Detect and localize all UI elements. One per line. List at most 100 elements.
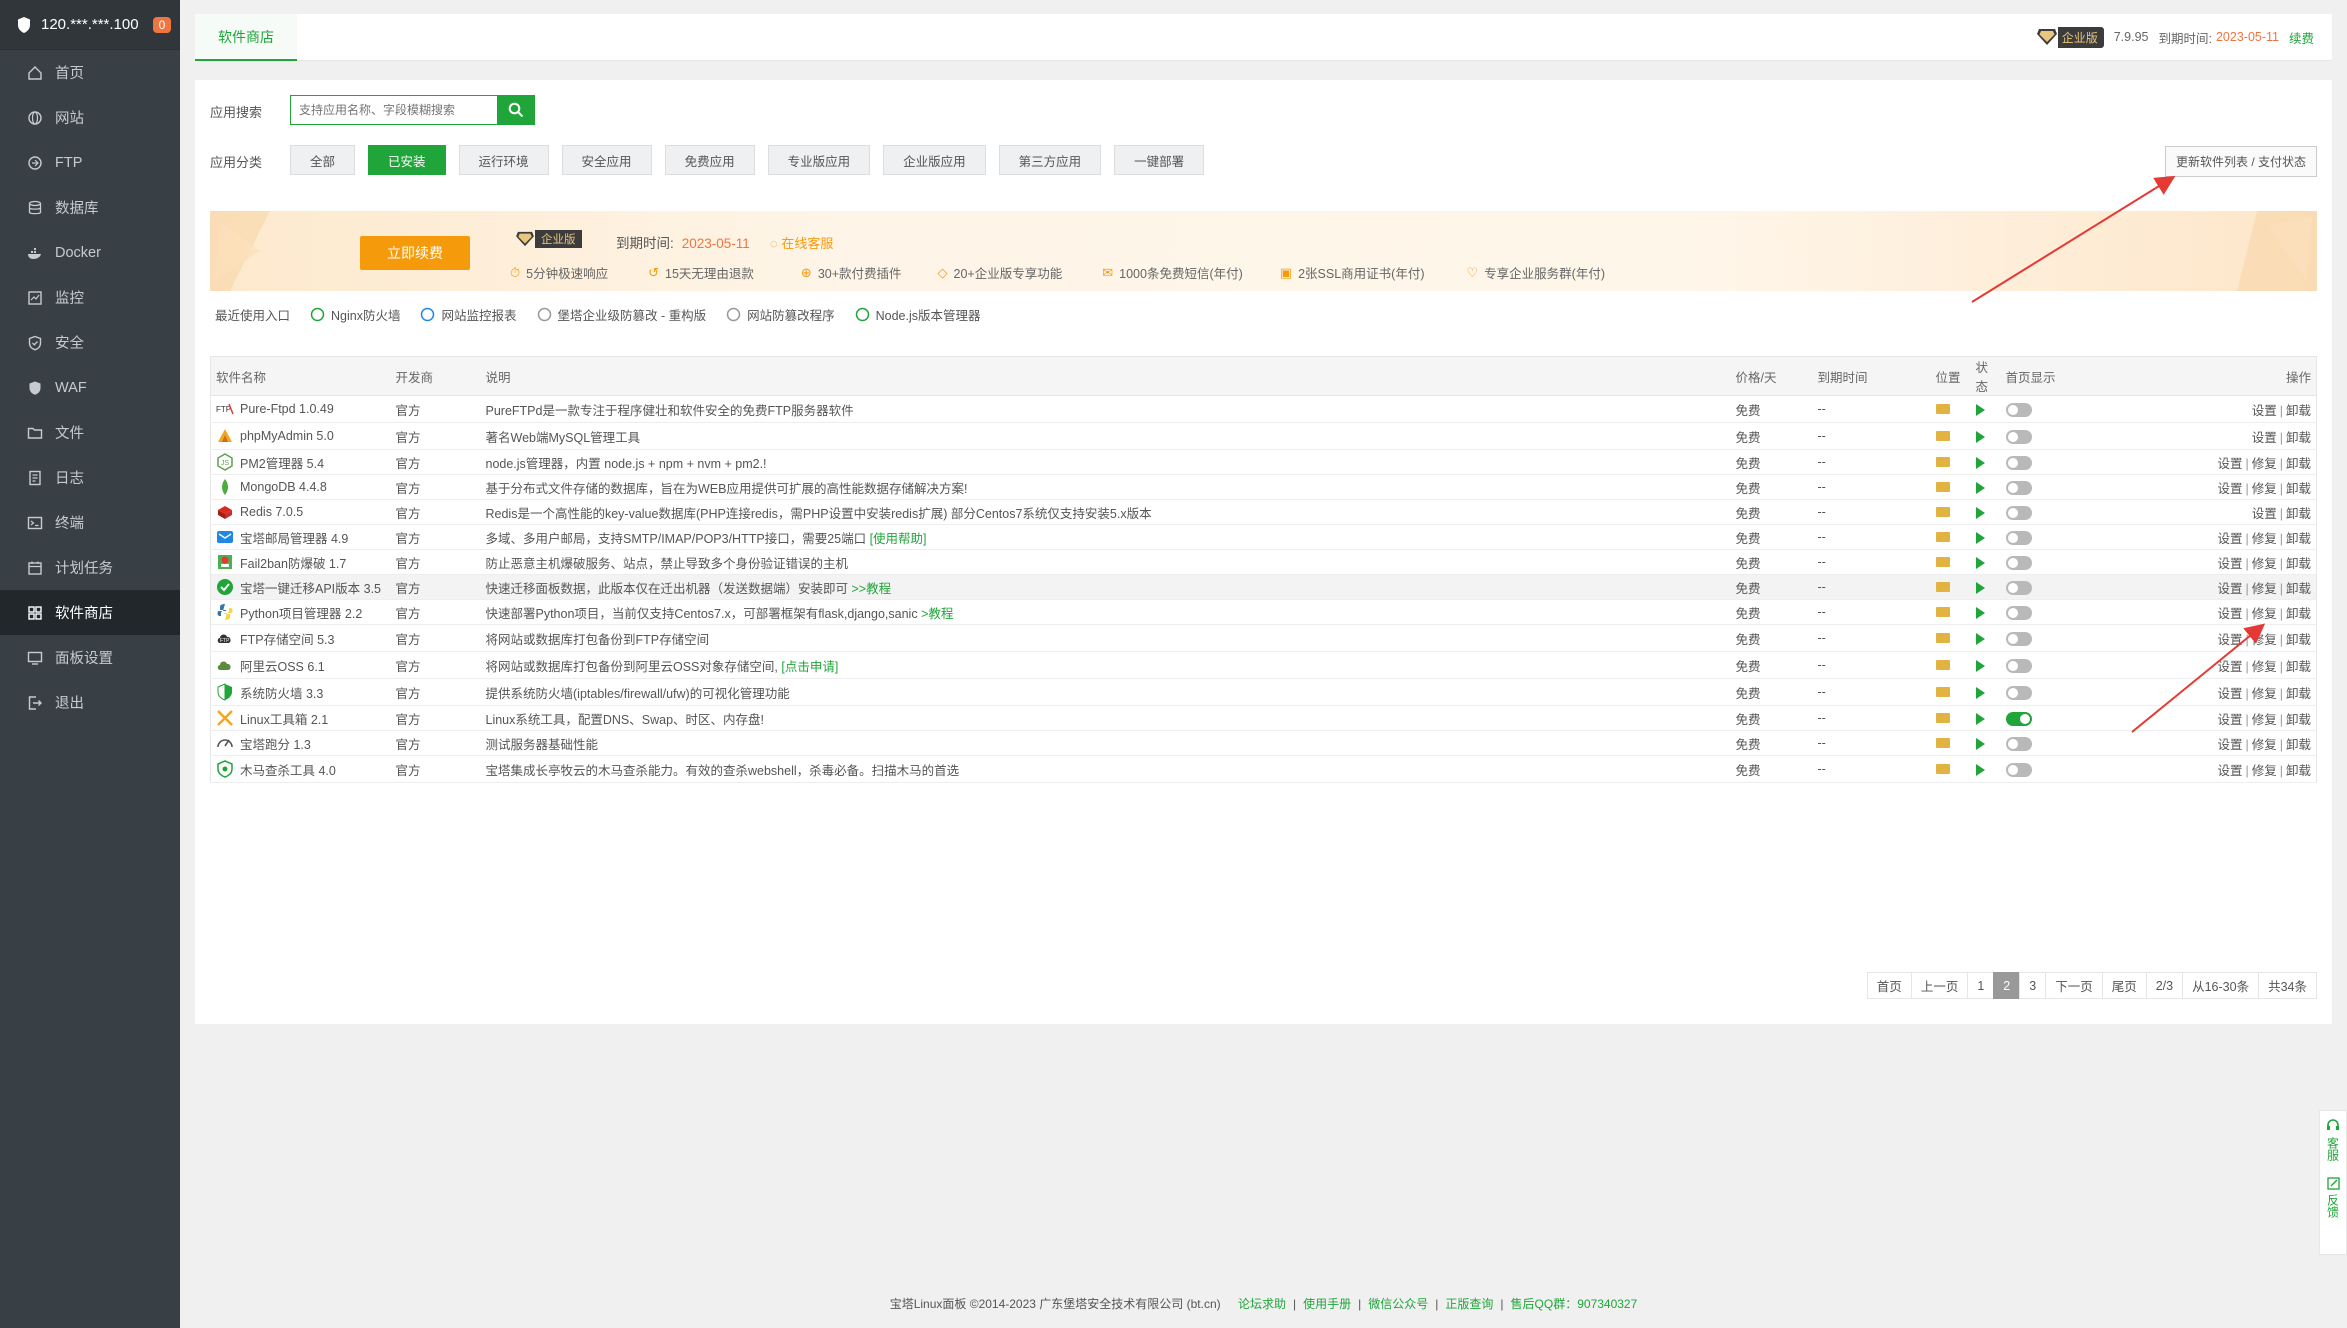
- row-op-button[interactable]: 设置: [2217, 482, 2242, 496]
- folder-icon[interactable]: [1935, 738, 1950, 748]
- home-display-toggle[interactable]: [2005, 530, 2032, 545]
- pager-item[interactable]: 尾页: [2101, 972, 2147, 999]
- folder-icon[interactable]: [1935, 557, 1950, 567]
- row-name[interactable]: 宝塔邮局管理器 4.9: [240, 528, 348, 547]
- home-display-toggle[interactable]: [2005, 429, 2032, 444]
- table-row[interactable]: phpMyAdmin 5.0 官方 著名Web端MySQL管理工具 免费 -- …: [210, 422, 2317, 450]
- row-op-button[interactable]: 设置: [2217, 557, 2242, 571]
- home-display-toggle[interactable]: [2005, 555, 2032, 570]
- row-op-button[interactable]: 卸载: [2286, 607, 2311, 621]
- row-op-button[interactable]: 设置: [2252, 507, 2277, 521]
- row-op-button[interactable]: 设置: [2217, 532, 2242, 546]
- row-description-link[interactable]: >>教程: [852, 582, 892, 596]
- row-name[interactable]: FTP存储空间 5.3: [240, 629, 334, 648]
- category-button-1[interactable]: 已安装: [368, 145, 446, 175]
- sidebar-item-14[interactable]: 退出: [0, 680, 180, 725]
- row-op-button[interactable]: 卸载: [2286, 764, 2311, 778]
- row-op-button[interactable]: 设置: [2217, 713, 2242, 727]
- row-name[interactable]: 木马查杀工具 4.0: [240, 760, 336, 779]
- row-op-button[interactable]: 修复: [2252, 660, 2277, 674]
- folder-icon[interactable]: [1935, 532, 1950, 542]
- sidebar-item-5[interactable]: 监控: [0, 275, 180, 320]
- sidebar-item-6[interactable]: 安全: [0, 320, 180, 365]
- row-name[interactable]: Linux工具箱 2.1: [240, 709, 328, 728]
- row-op-button[interactable]: 卸载: [2286, 582, 2311, 596]
- update-software-list-button[interactable]: 更新软件列表 / 支付状态: [2164, 146, 2317, 177]
- row-op-button[interactable]: 修复: [2252, 607, 2277, 621]
- sidebar-item-10[interactable]: 终端: [0, 500, 180, 545]
- row-name[interactable]: Redis 7.0.5: [240, 505, 303, 519]
- recent-entry[interactable]: 网站防篡改程序: [726, 305, 835, 324]
- table-row[interactable]: 宝塔一键迁移API版本 3.5 官方 快速迁移面板数据，此版本仅在迁出机器（发送…: [210, 574, 2317, 600]
- row-op-button[interactable]: 修复: [2252, 482, 2277, 496]
- row-name[interactable]: PM2管理器 5.4: [240, 453, 324, 472]
- recent-entry[interactable]: Nginx防火墙: [310, 305, 400, 324]
- table-row[interactable]: 宝塔邮局管理器 4.9 官方 多域、多用户邮局，支持SMTP/IMAP/POP3…: [210, 524, 2317, 550]
- row-op-button[interactable]: 设置: [2217, 457, 2242, 471]
- table-row[interactable]: MongoDB 4.4.8 官方 基于分布式文件存储的数据库，旨在为WEB应用提…: [210, 474, 2317, 500]
- pager-item[interactable]: 上一页: [1910, 972, 1969, 999]
- sidebar-item-12[interactable]: 软件商店: [0, 590, 180, 635]
- folder-icon[interactable]: [1935, 457, 1950, 467]
- play-icon[interactable]: [1975, 632, 1985, 645]
- folder-icon[interactable]: [1935, 582, 1950, 592]
- row-name[interactable]: Fail2ban防爆破 1.7: [240, 553, 346, 572]
- row-op-button[interactable]: 卸载: [2286, 713, 2311, 727]
- row-op-button[interactable]: 设置: [2217, 660, 2242, 674]
- pager-item[interactable]: 3: [2019, 972, 2047, 999]
- play-icon[interactable]: [1975, 456, 1985, 469]
- footer-link[interactable]: 微信公众号: [1368, 1297, 1428, 1311]
- sidebar-item-13[interactable]: 面板设置: [0, 635, 180, 680]
- category-button-3[interactable]: 安全应用: [561, 145, 652, 175]
- table-row[interactable]: Linux工具箱 2.1 官方 Linux系统工具，配置DNS、Swap、时区、…: [210, 705, 2317, 731]
- row-op-button[interactable]: 设置: [2252, 404, 2277, 418]
- row-op-button[interactable]: 设置: [2217, 687, 2242, 701]
- row-op-button[interactable]: 修复: [2252, 687, 2277, 701]
- row-op-button[interactable]: 修复: [2252, 713, 2277, 727]
- sidebar-item-1[interactable]: 网站: [0, 95, 180, 140]
- row-description-link[interactable]: >教程: [921, 607, 953, 621]
- row-op-button[interactable]: 卸载: [2286, 633, 2311, 647]
- row-name[interactable]: 宝塔跑分 1.3: [240, 734, 311, 753]
- play-icon[interactable]: [1975, 481, 1985, 494]
- row-op-button[interactable]: 设置: [2217, 764, 2242, 778]
- row-op-button[interactable]: 设置: [2217, 607, 2242, 621]
- table-row[interactable]: 木马查杀工具 4.0 官方 宝塔集成长亭牧云的木马查杀能力。有效的查杀websh…: [210, 755, 2317, 783]
- table-row[interactable]: Fail2ban防爆破 1.7 官方 防止恶意主机爆破服务、站点，禁止导致多个身…: [210, 549, 2317, 575]
- table-row[interactable]: FTP FTP存储空间 5.3 官方 将网站或数据库打包备份到FTP存储空间 免费…: [210, 624, 2317, 652]
- home-display-toggle[interactable]: [2005, 455, 2032, 470]
- sidebar-item-9[interactable]: 日志: [0, 455, 180, 500]
- online-service-link[interactable]: ◌ 在线客服: [770, 233, 833, 252]
- row-op-button[interactable]: 修复: [2252, 738, 2277, 752]
- home-display-toggle[interactable]: [2005, 736, 2032, 751]
- play-icon[interactable]: [1975, 686, 1985, 699]
- pager-item[interactable]: 首页: [1866, 972, 1912, 999]
- play-icon[interactable]: [1975, 506, 1985, 519]
- home-display-toggle[interactable]: [2005, 762, 2032, 777]
- category-button-6[interactable]: 企业版应用: [883, 145, 986, 175]
- customer-service-button[interactable]: 客服: [2325, 1137, 2342, 1161]
- play-icon[interactable]: [1975, 659, 1985, 672]
- sidebar-item-11[interactable]: 计划任务: [0, 545, 180, 590]
- home-display-toggle[interactable]: [2005, 605, 2032, 620]
- sidebar-item-3[interactable]: 数据库: [0, 185, 180, 230]
- recent-entry[interactable]: Node.js版本管理器: [855, 305, 981, 324]
- row-op-button[interactable]: 设置: [2217, 633, 2242, 647]
- row-op-button[interactable]: 卸载: [2286, 507, 2311, 521]
- row-op-button[interactable]: 卸载: [2286, 687, 2311, 701]
- row-op-button[interactable]: 卸载: [2286, 532, 2311, 546]
- table-row[interactable]: 系统防火墙 3.3 官方 提供系统防火墙(iptables/firewall/u…: [210, 678, 2317, 706]
- home-display-toggle[interactable]: [2005, 505, 2032, 520]
- sidebar-item-2[interactable]: FTP: [0, 140, 180, 185]
- row-op-button[interactable]: 修复: [2252, 764, 2277, 778]
- row-op-button[interactable]: 卸载: [2286, 738, 2311, 752]
- sidebar-item-8[interactable]: 文件: [0, 410, 180, 455]
- home-display-toggle[interactable]: [2005, 711, 2032, 726]
- footer-link[interactable]: 售后QQ群：907340327: [1511, 1297, 1638, 1311]
- pager-item[interactable]: 下一页: [2045, 972, 2103, 999]
- recent-entry[interactable]: 堡塔企业级防篡改 - 重构版: [537, 305, 706, 324]
- footer-link[interactable]: 使用手册: [1303, 1297, 1351, 1311]
- play-icon[interactable]: [1975, 430, 1985, 443]
- row-op-button[interactable]: 设置: [2217, 738, 2242, 752]
- row-op-button[interactable]: 卸载: [2286, 660, 2311, 674]
